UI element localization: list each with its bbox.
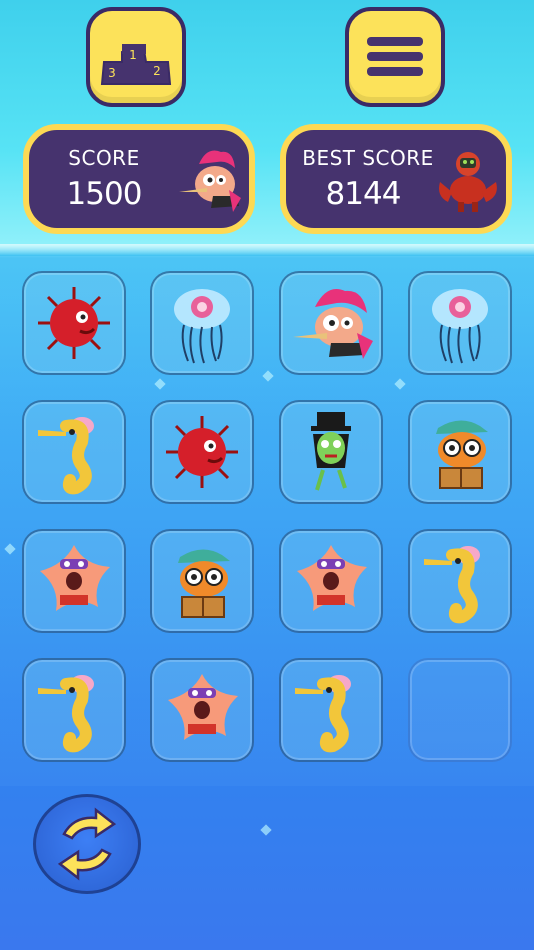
tile[interactable]: [22, 271, 126, 375]
yellow-seahorse-icon: [416, 537, 504, 625]
menu-button[interactable]: [345, 7, 445, 107]
tile[interactable]: [22, 400, 126, 504]
yellow-seahorse-icon: [30, 666, 118, 754]
pink-jellyfish-icon: [416, 279, 504, 367]
shuffle-arrows-icon: [57, 807, 117, 881]
armored-crab-icon: [439, 152, 497, 212]
purple-starfish-icon: [30, 537, 118, 625]
shuffle-button[interactable]: [33, 794, 141, 894]
tile[interactable]: [22, 658, 126, 762]
empty-tile: [408, 658, 512, 762]
tile[interactable]: [408, 400, 512, 504]
red-pufferfish-icon: [158, 408, 246, 496]
sparkle-decoration: [260, 824, 272, 836]
score-value: 1500: [66, 176, 143, 212]
tile[interactable]: [150, 529, 254, 633]
tile[interactable]: [279, 658, 383, 762]
best-score-panel: BEST SCORE 8144: [280, 124, 512, 234]
tile[interactable]: [150, 400, 254, 504]
hamburger-menu-icon: [367, 37, 423, 76]
yellow-seahorse-icon: [30, 408, 118, 496]
tile[interactable]: [279, 529, 383, 633]
cap-fish-reading-icon: [158, 537, 246, 625]
red-pufferfish-icon: [30, 279, 118, 367]
tile[interactable]: [150, 658, 254, 762]
best-score-label: BEST SCORE: [302, 146, 434, 170]
cap-fish-reading-icon: [416, 408, 504, 496]
purple-starfish-icon: [158, 666, 246, 754]
punk-fish-icon: [287, 279, 375, 367]
yellow-seahorse-icon: [287, 666, 375, 754]
punk-fish-icon: [179, 150, 241, 212]
tile[interactable]: [22, 529, 126, 633]
purple-starfish-icon: [287, 537, 375, 625]
podium-icon: 1 3 2: [100, 44, 172, 85]
tile[interactable]: [279, 271, 383, 375]
podium-second-label: 2: [153, 64, 161, 78]
leaderboard-button[interactable]: 1 3 2: [86, 7, 186, 107]
score-label: SCORE: [68, 146, 140, 170]
podium-first-label: 1: [129, 48, 137, 62]
water-horizon: [0, 244, 534, 256]
tile[interactable]: [408, 529, 512, 633]
zombie-tophat-icon: [287, 408, 375, 496]
tile[interactable]: [408, 271, 512, 375]
pink-jellyfish-icon: [158, 279, 246, 367]
tile[interactable]: [279, 400, 383, 504]
tile[interactable]: [150, 271, 254, 375]
best-score-value: 8144: [325, 176, 402, 212]
score-panel: SCORE 1500: [23, 124, 255, 234]
podium-third-label: 3: [108, 66, 116, 80]
